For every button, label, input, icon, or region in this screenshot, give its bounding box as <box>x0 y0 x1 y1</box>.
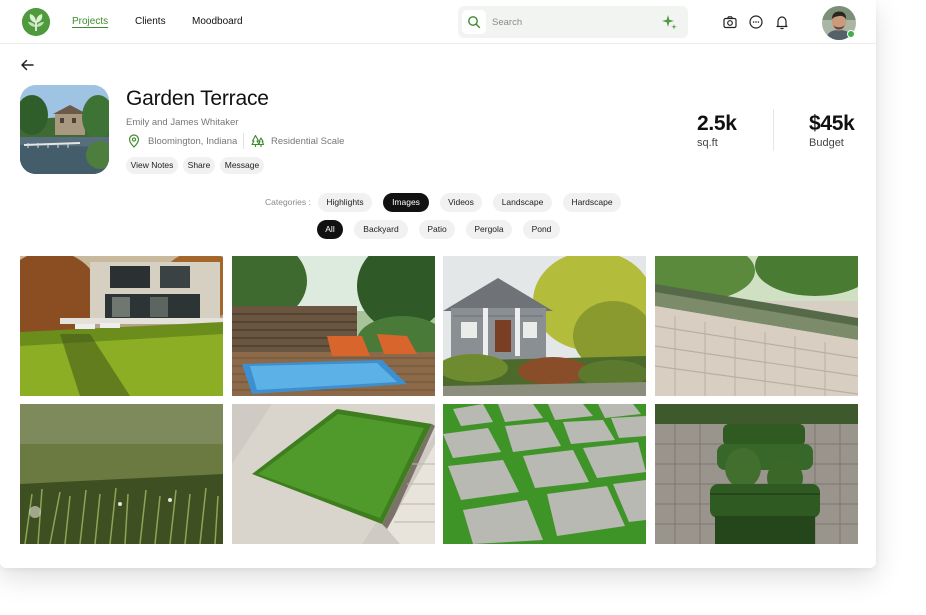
client-name: Emily and James Whitaker <box>126 117 239 128</box>
online-status-dot <box>847 30 855 38</box>
brand-logo-icon[interactable] <box>22 8 50 36</box>
category-highlights[interactable]: Highlights <box>318 193 372 212</box>
tag-all[interactable]: All <box>317 220 343 239</box>
view-notes-button[interactable]: View Notes <box>126 157 178 174</box>
top-navigation-bar: Projects Clients Moodboard <box>0 0 876 44</box>
category-landscape[interactable]: Landscape <box>493 193 552 212</box>
search-bar <box>458 6 688 38</box>
nav-projects[interactable]: Projects <box>72 16 108 27</box>
scale-text: Residential Scale <box>271 136 345 147</box>
bell-icon[interactable] <box>774 14 790 30</box>
gallery-photo-pool-deck[interactable] <box>232 256 435 396</box>
tag-backyard[interactable]: Backyard <box>354 220 408 239</box>
categories-label: Categories : <box>265 197 311 207</box>
gallery-photo-turf-pavers[interactable] <box>232 404 435 544</box>
app-window: Projects Clients Moodboard Search Garden… <box>0 0 876 568</box>
message-button[interactable]: Message <box>220 157 264 174</box>
stats-divider <box>773 109 774 151</box>
gallery-photo-grass-closeup[interactable] <box>20 404 223 544</box>
ai-sparkle-icon[interactable] <box>661 14 677 30</box>
nav-moodboard[interactable]: Moodboard <box>192 16 243 27</box>
gallery-photo-grid-pavers[interactable] <box>443 404 646 544</box>
project-location: Bloomington, Indiana <box>128 134 243 148</box>
location-pin-icon <box>128 134 140 148</box>
share-button[interactable]: Share <box>183 157 215 174</box>
nav-clients[interactable]: Clients <box>135 16 166 27</box>
search-button[interactable] <box>462 10 486 34</box>
tag-patio[interactable]: Patio <box>419 220 455 239</box>
project-title: Garden Terrace <box>126 87 269 110</box>
tag-pond[interactable]: Pond <box>523 220 560 239</box>
gallery-photo-stone-wall[interactable] <box>655 256 858 396</box>
budget-label: Budget <box>809 137 844 149</box>
project-scale: Residential Scale <box>251 134 361 148</box>
area-label: sq.ft <box>697 137 718 149</box>
budget-value: $45k <box>809 112 855 135</box>
category-hardscape[interactable]: Hardscape <box>563 193 621 212</box>
trees-icon <box>251 134 265 147</box>
gallery-photo-hedge-garden[interactable] <box>655 404 858 544</box>
search-input[interactable] <box>492 14 652 30</box>
category-videos[interactable]: Videos <box>440 193 482 212</box>
gallery-photo-modern-house[interactable] <box>20 256 223 396</box>
tag-pergola[interactable]: Pergola <box>466 220 512 239</box>
gallery-photo-craftsman-house[interactable] <box>443 256 646 396</box>
area-value: 2.5k <box>697 112 737 135</box>
chat-icon[interactable] <box>748 14 764 30</box>
location-text: Bloomington, Indiana <box>148 136 238 147</box>
project-thumbnail <box>20 85 109 174</box>
meta-divider <box>243 133 244 149</box>
category-images[interactable]: Images <box>383 193 429 212</box>
search-icon <box>468 16 481 29</box>
camera-icon[interactable] <box>722 14 738 30</box>
back-arrow-icon[interactable] <box>19 58 35 72</box>
